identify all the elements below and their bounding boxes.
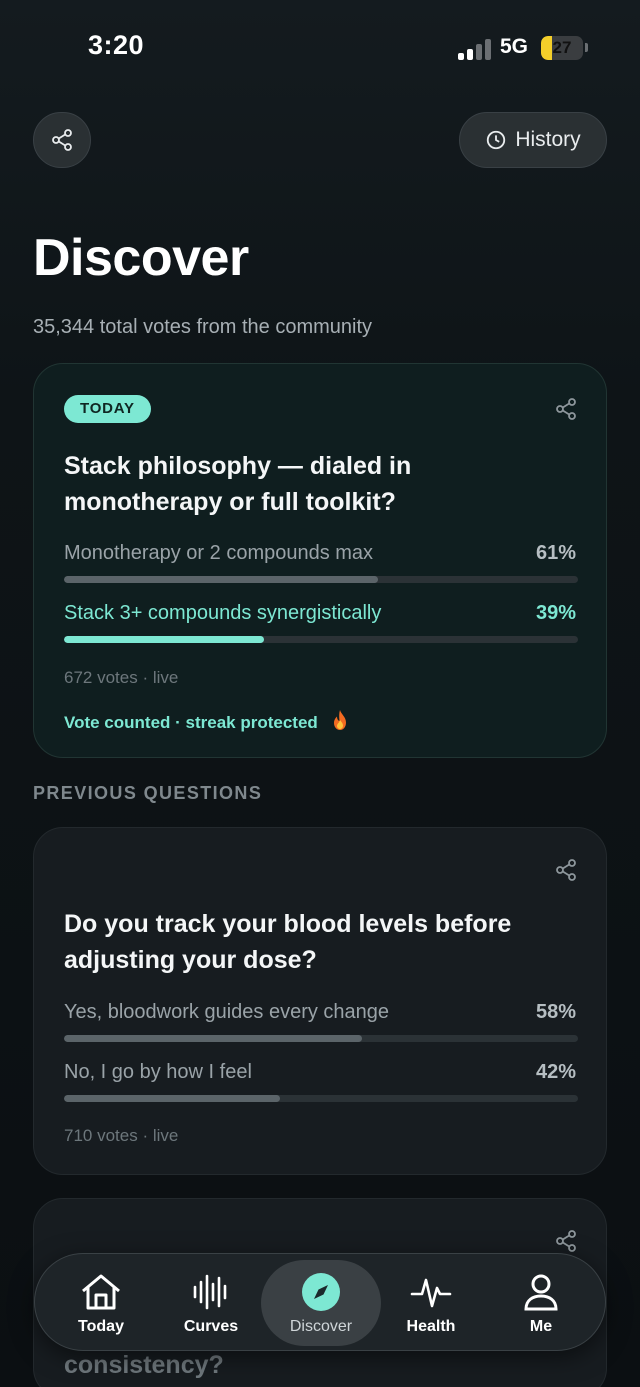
vote-count: 710 votes · live [64, 1126, 179, 1145]
option-label: Yes, bloodwork guides every change [64, 1001, 390, 1023]
share-button[interactable] [33, 112, 91, 168]
today-badge: TODAY [64, 395, 151, 423]
compass-icon [299, 1270, 343, 1314]
battery-icon: 27 [541, 36, 583, 60]
tab-me[interactable]: Me [481, 1260, 601, 1346]
question-text: Do you track your blood levels before ad… [64, 910, 512, 974]
battery-level: 27 [552, 38, 572, 57]
waveform-icon [189, 1270, 233, 1314]
tab-today[interactable]: Today [41, 1260, 161, 1346]
option-percent-selected: 39% [535, 602, 576, 624]
tab-label: Health [406, 1318, 456, 1335]
tab-label: Discover [289, 1318, 353, 1335]
status-time: 3:20 [88, 30, 145, 60]
pulse-icon [409, 1270, 453, 1314]
previous-question-card[interactable]: Do you track your blood levels before ad… [33, 827, 607, 1175]
status-bar: 3:20 5G 27 [0, 0, 640, 96]
option-percent: 58% [535, 1001, 576, 1023]
tab-bar: Today Curves Discover Health Me [34, 1253, 606, 1351]
today-question-card[interactable]: TODAY Stack philosophy — dialed in monot… [33, 363, 607, 758]
history-button[interactable]: History [459, 112, 607, 168]
option-bar [64, 1095, 578, 1102]
flame-icon [333, 710, 346, 730]
network-label: 5G [500, 35, 529, 58]
share-icon[interactable] [554, 858, 578, 882]
tab-curves[interactable]: Curves [151, 1260, 271, 1346]
option-percent: 61% [535, 542, 576, 564]
clock-icon [487, 130, 506, 150]
discover-screen: 3:20 5G 27 History Discover 35,344 total… [0, 0, 640, 1387]
share-icon [52, 129, 72, 151]
vote-count: 672 votes · live [64, 668, 179, 687]
option-label-selected[interactable]: Stack 3+ compounds synergistically [64, 602, 381, 625]
tab-health[interactable]: Health [371, 1260, 491, 1346]
question-text-partial: consistency? [64, 1351, 224, 1379]
option-bar-selected [64, 636, 578, 643]
history-label: History [515, 128, 581, 151]
option-bar [64, 1035, 578, 1042]
page-title: Discover [33, 229, 249, 287]
option-label[interactable]: Monotherapy or 2 compounds max [64, 542, 373, 565]
tab-label: Today [78, 1318, 124, 1335]
share-icon[interactable] [554, 397, 578, 421]
option-bar [64, 576, 578, 583]
home-icon [79, 1270, 123, 1314]
question-text: Stack philosophy — dialed in monotherapy… [64, 452, 412, 516]
signal-icon [458, 38, 492, 60]
option-label: No, I go by how I feel [64, 1061, 252, 1083]
page-subtitle: 35,344 total votes from the community [33, 316, 373, 338]
tab-label: Me [529, 1318, 553, 1335]
vote-status: Vote counted · streak protected [64, 709, 349, 733]
option-percent: 42% [535, 1061, 576, 1083]
tab-discover[interactable]: Discover [261, 1260, 381, 1346]
vote-status-text: Vote counted · streak protected [64, 713, 318, 732]
person-icon [519, 1270, 563, 1314]
tab-label: Curves [183, 1318, 239, 1335]
share-icon[interactable] [554, 1229, 578, 1253]
section-label-previous: PREVIOUS QUESTIONS [33, 783, 263, 803]
